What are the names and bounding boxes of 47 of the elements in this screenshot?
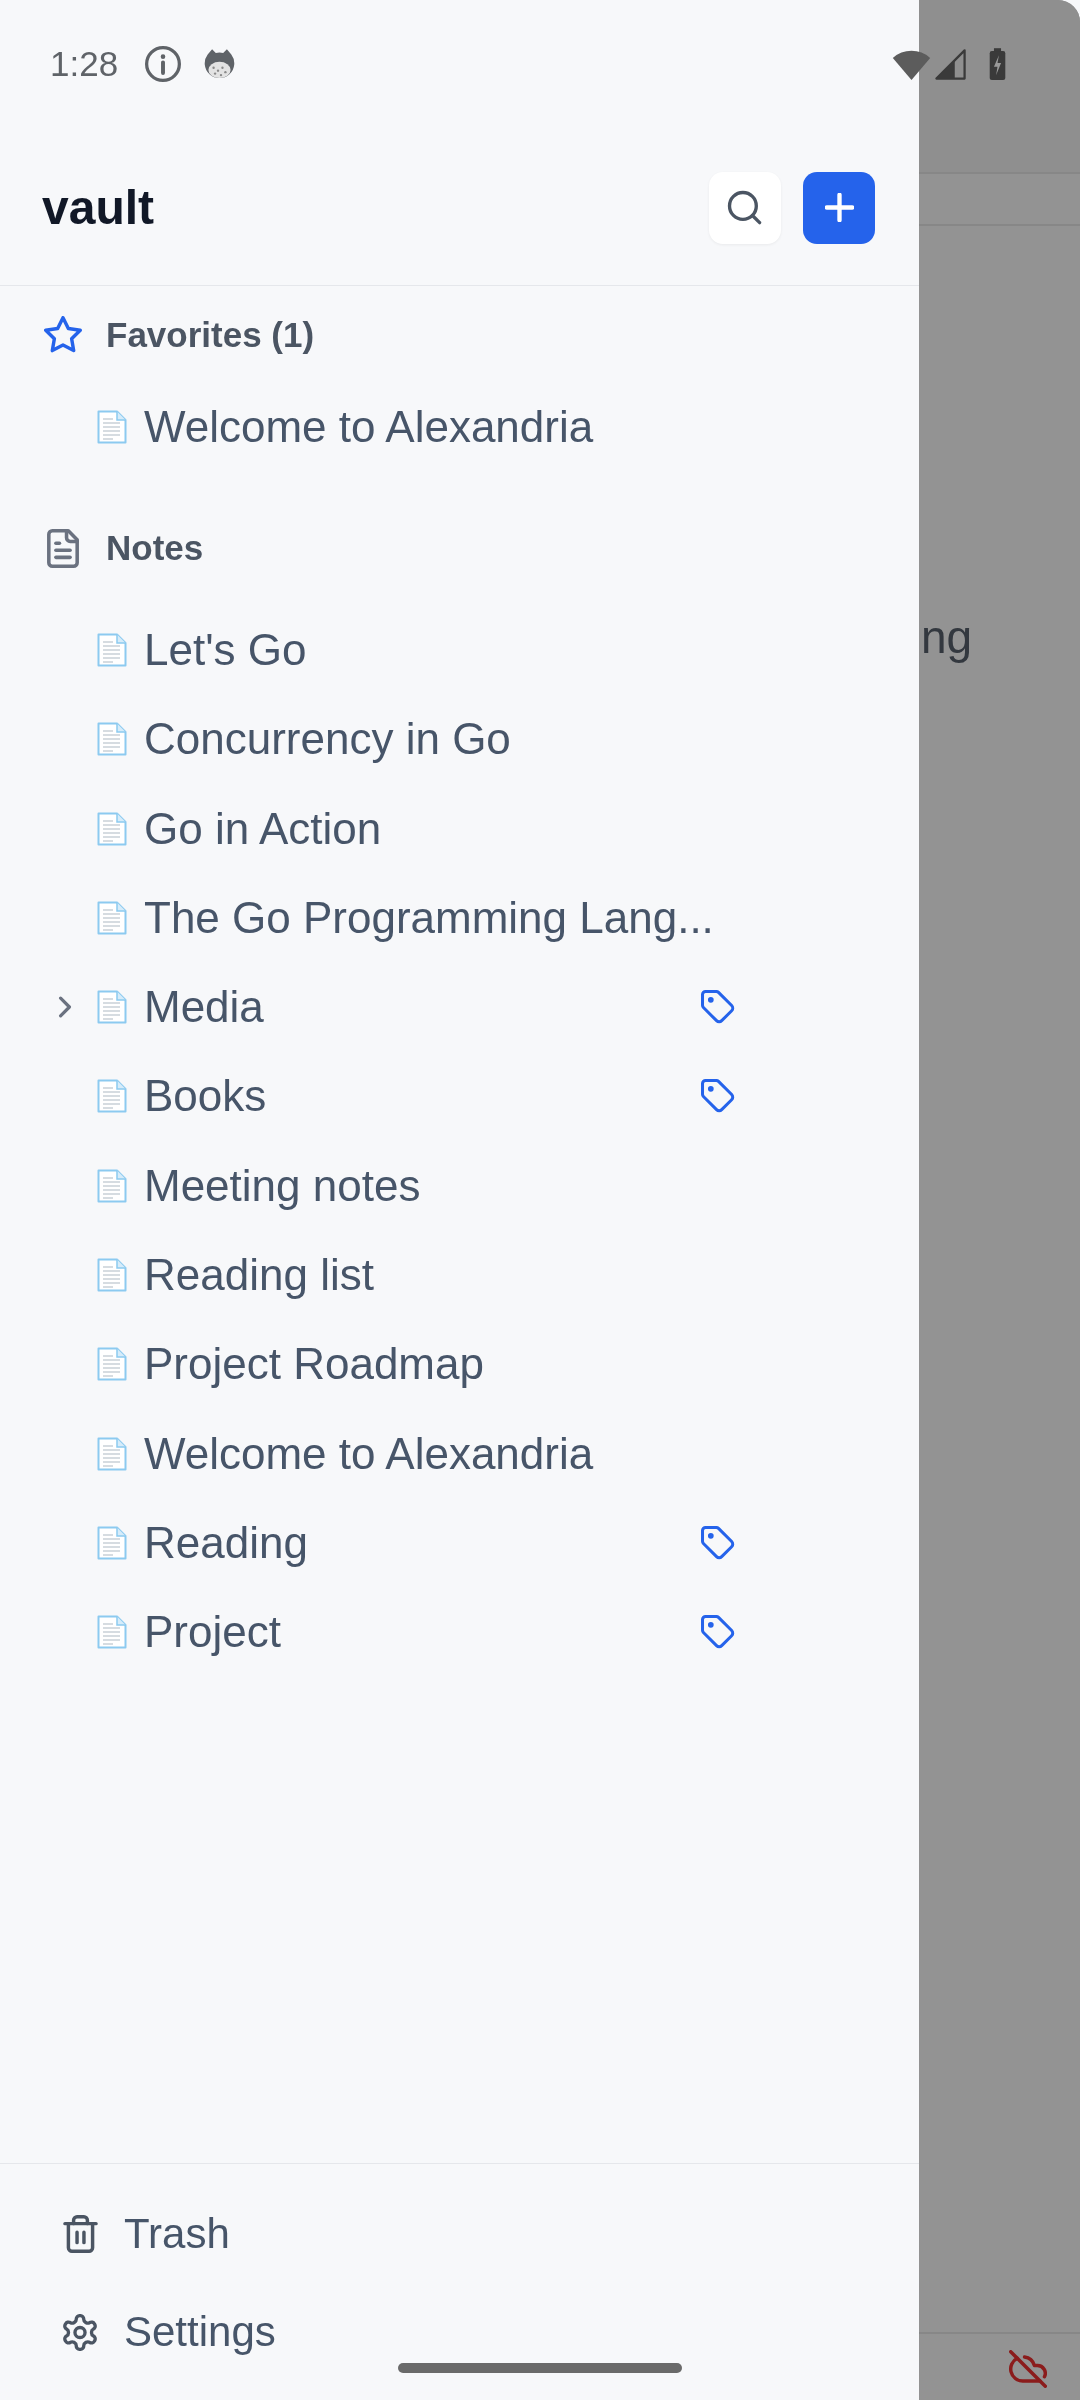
chevron-icon[interactable] [58, 996, 72, 1019]
page-icon [97, 1615, 127, 1650]
info-icon [145, 46, 182, 82]
search-icon [727, 189, 763, 226]
note-title[interactable]: Project [144, 1607, 281, 1658]
section-header: Notes [106, 528, 204, 569]
search-button[interactable] [709, 171, 781, 244]
trash-menu-item[interactable]: Trash [124, 2210, 230, 2258]
wifi-icon [892, 48, 931, 80]
drawer-title: vault [42, 180, 155, 235]
note-title[interactable]: The Go Programming Lang... [144, 892, 714, 943]
page-icon [97, 1347, 127, 1382]
note-title[interactable]: Reading [144, 1517, 308, 1568]
settings-menu-item[interactable]: Settings [124, 2308, 276, 2356]
star-icon [44, 316, 82, 354]
background-text: ng [921, 612, 973, 662]
page-icon [97, 632, 127, 667]
signal-icon [934, 48, 967, 80]
page-icon [97, 1168, 127, 1203]
page-icon [97, 1079, 127, 1114]
note-title[interactable]: Let's Go [144, 624, 307, 675]
note-title[interactable]: Go in Action [144, 803, 382, 854]
page-icon [97, 1436, 127, 1471]
cat-face-icon [203, 47, 237, 81]
note-title[interactable]: Meeting notes [144, 1160, 421, 1211]
page-icon [97, 1525, 127, 1560]
note-title[interactable]: Media [144, 982, 264, 1033]
section-header: Favorites (1) [106, 315, 315, 355]
note-title[interactable]: Welcome to Alexandria [144, 401, 594, 452]
cloud-off-icon [1009, 2350, 1047, 2388]
page-icon [97, 409, 127, 444]
settings-icon [62, 2313, 98, 2351]
note-title[interactable]: Welcome to Alexandria [144, 1428, 594, 1479]
note-title[interactable]: Project Roadmap [144, 1339, 484, 1390]
plus-icon [824, 193, 854, 222]
page-icon [97, 900, 127, 935]
page-icon [97, 990, 127, 1025]
status-time: 1:28 [50, 44, 119, 84]
page-icon [97, 811, 127, 846]
file-text-icon [47, 528, 79, 568]
note-title[interactable]: Books [144, 1071, 267, 1122]
trash-icon [62, 2215, 98, 2253]
page-icon [97, 1258, 127, 1292]
add-note-button[interactable] [803, 171, 875, 244]
note-title[interactable]: Reading list [144, 1250, 374, 1300]
note-title[interactable]: Concurrency in Go [144, 714, 511, 765]
page-icon [97, 722, 127, 757]
